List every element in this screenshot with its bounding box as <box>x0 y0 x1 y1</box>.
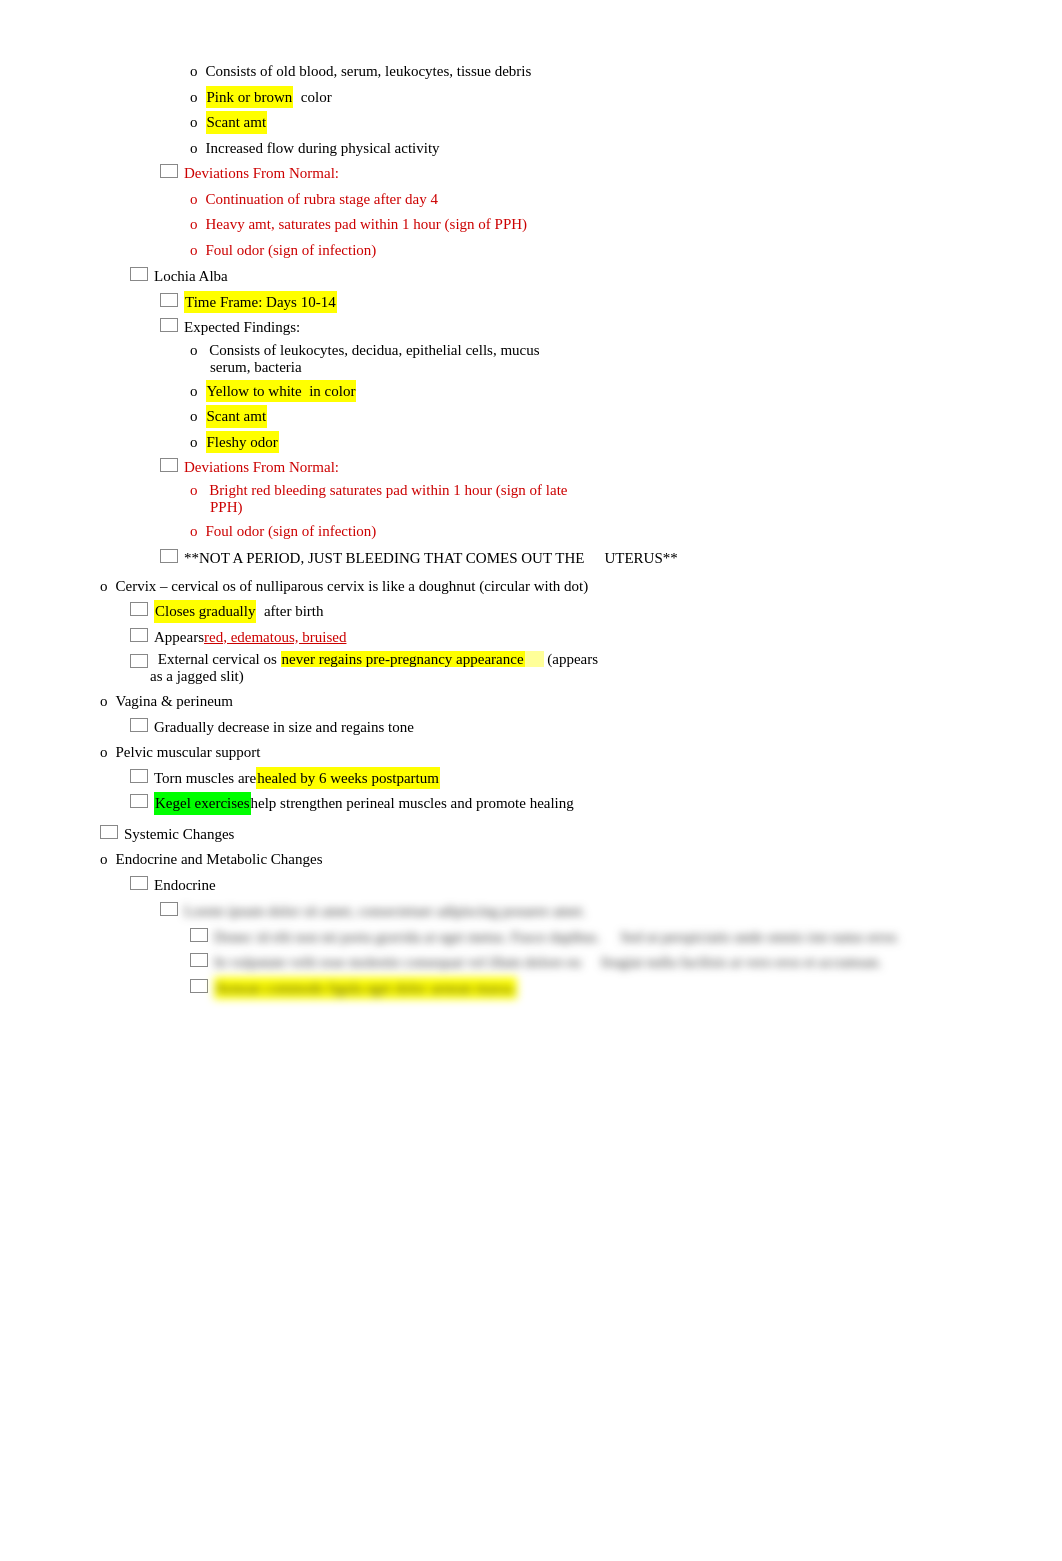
bullet-never-regains: External cervical os never regains pre-p… <box>130 651 1000 685</box>
timeframe-label: Time Frame: Days 10-14 <box>160 291 1000 314</box>
blurred-line-3: In vulputate velit esse molestie consequ… <box>190 951 1000 974</box>
bullet-fleshy-odor: Fleshy odor <box>190 431 1000 454</box>
lochia-alba-label: Lochia Alba <box>130 265 1000 288</box>
bullet-gradually-decrease: Gradually decrease in size and regains t… <box>130 716 1000 739</box>
not-a-period: **NOT A PERIOD, JUST BLEEDING THAT COMES… <box>160 547 1000 570</box>
bullet-scant-amt-serosa: Scant amt <box>190 111 1000 134</box>
main-content: Consists of old blood, serum, leukocytes… <box>100 60 1000 999</box>
pelvic-label: Pelvic muscular support <box>100 741 1000 764</box>
endocrine-label: Endocrine <box>130 874 1000 897</box>
bullet-pink-brown: Pink or brown color <box>190 86 1000 109</box>
deviations-serosa-label: Deviations From Normal: <box>160 162 1000 185</box>
systemic-changes-label: Systemic Changes <box>100 823 1000 846</box>
bullet-appears-red: Appears red, edematous, bruised <box>130 626 1000 649</box>
bullet-yellow-white: Yellow to white in color <box>190 380 1000 403</box>
endocrine-meta-label: Endocrine and Metabolic Changes <box>100 848 1000 871</box>
bullet-scant-amt-alba: Scant amt <box>190 405 1000 428</box>
bullet-increased-flow: Increased flow during physical activity <box>190 137 1000 160</box>
bullet-closes-gradually: Closes gradually after birth <box>130 600 1000 623</box>
dev-bright-red: Bright red bleeding saturates pad within… <box>190 482 1000 516</box>
blurred-line-4: Aenean commodo ligula eget dolor aenean … <box>190 977 1000 1000</box>
expected-findings-label: Expected Findings: <box>160 316 1000 339</box>
cervix-line: Cervix – cervical os of nulliparous cerv… <box>100 575 1000 598</box>
vagina-label: Vagina & perineum <box>100 690 1000 713</box>
blurred-line-2: Donec id elit non mi porta gravida at eg… <box>190 926 1000 949</box>
bullet-leukocytes: Consists of leukocytes, decidua, epithel… <box>190 342 1000 376</box>
bullet-torn-muscles: Torn muscles are healed by 6 weeks postp… <box>130 767 1000 790</box>
dev-foul-odor-alba: Foul odor (sign of infection) <box>190 520 1000 543</box>
blurred-line-1: Lorem ipsum dolor sit amet, consectetuer… <box>160 900 1000 923</box>
dev-foul-odor-serosa: Foul odor (sign of infection) <box>190 239 1000 262</box>
bullet-consists-old-blood: Consists of old blood, serum, leukocytes… <box>190 60 1000 83</box>
dev-heavy-amt: Heavy amt, saturates pad within 1 hour (… <box>190 213 1000 236</box>
deviations-alba-label: Deviations From Normal: <box>160 456 1000 479</box>
dev-rubra-stage: Continuation of rubra stage after day 4 <box>190 188 1000 211</box>
bullet-kegel: Kegel exercises help strengthen perineal… <box>130 792 1000 815</box>
